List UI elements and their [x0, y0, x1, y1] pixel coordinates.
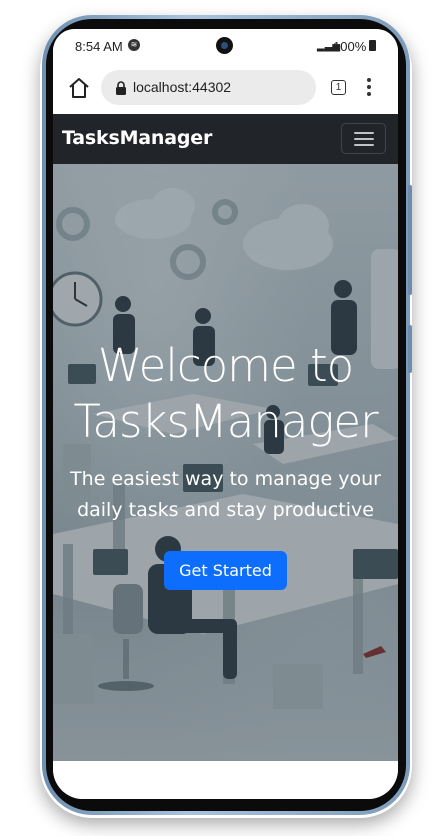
navbar-toggler-button[interactable] — [341, 123, 386, 154]
volume-button — [408, 185, 412, 295]
get-started-button[interactable]: Get Started — [164, 551, 287, 590]
url-text: localhost:44302 — [133, 79, 232, 95]
battery-icon — [369, 40, 376, 51]
power-button — [408, 325, 412, 373]
status-time: 8:54 AM — [75, 39, 123, 54]
tabs-count-button[interactable]: 1 — [331, 80, 346, 95]
hero-section: Welcome to TasksManager The easiest way … — [53, 164, 398, 761]
navbar-brand[interactable]: TasksManager — [62, 127, 212, 149]
hero-overlay — [53, 164, 398, 761]
phone-screen: 8:54 AM ≋ ▂▃▅ 100% localhost:44302 1 Tas… — [53, 29, 398, 799]
browser-toolbar: localhost:44302 1 — [53, 64, 398, 114]
spotify-icon: ≋ — [128, 39, 140, 51]
hero-subtitle: The easiest way to manage your daily tas… — [70, 468, 381, 521]
battery-percent: 100% — [333, 39, 367, 54]
hamburger-icon — [354, 138, 374, 140]
page-bottom-area — [53, 761, 398, 799]
front-camera — [216, 37, 233, 54]
hamburger-icon — [354, 132, 374, 134]
address-bar[interactable]: localhost:44302 — [101, 70, 316, 105]
lock-icon — [116, 81, 126, 95]
status-bar: 8:54 AM ≋ ▂▃▅ 100% — [53, 29, 398, 64]
more-options-icon[interactable] — [365, 77, 373, 97]
site-navbar: TasksManager — [53, 114, 398, 164]
hero-title: Welcome to TasksManager — [73, 339, 378, 448]
hamburger-icon — [354, 144, 374, 146]
home-icon[interactable] — [67, 76, 91, 100]
